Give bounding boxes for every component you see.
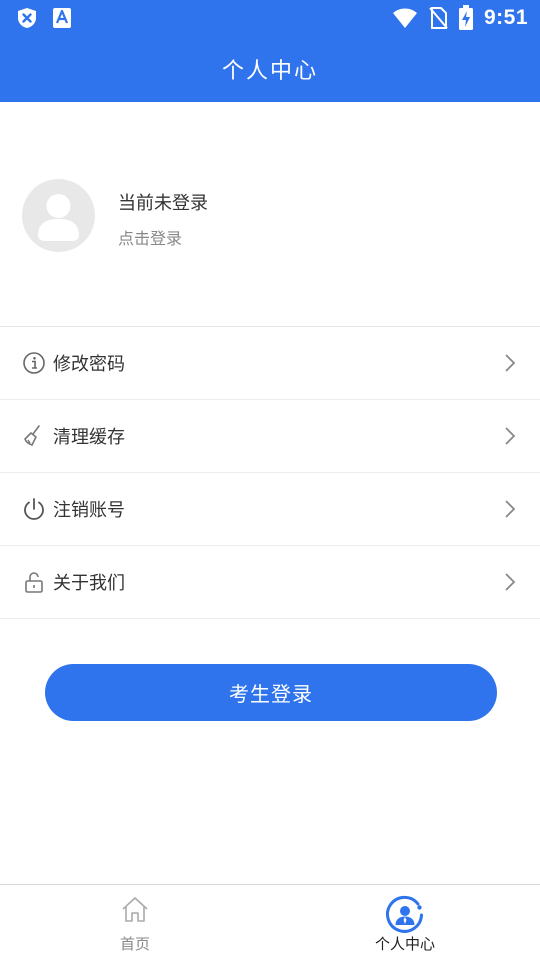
font-a-icon [53, 8, 71, 28]
chevron-right-icon [505, 573, 516, 591]
profile-card[interactable]: 当前未登录 点击登录 [0, 102, 540, 326]
battery-charging-icon [458, 5, 473, 30]
avatar[interactable] [22, 179, 95, 252]
settings-menu: 修改密码 清理缓存 注销账号 关于我们 [0, 327, 540, 619]
home-icon [122, 897, 148, 922]
student-login-button[interactable]: 考生登录 [45, 664, 497, 721]
app-header: 个人中心 [0, 36, 540, 102]
tab-label: 首页 [119, 935, 150, 953]
menu-item-deactivate-account[interactable]: 注销账号 [0, 473, 540, 546]
menu-item-label: 注销账号 [53, 500, 125, 521]
chevron-right-icon [505, 427, 516, 445]
chevron-right-icon [505, 500, 516, 518]
menu-item-label: 关于我们 [53, 573, 125, 594]
page-title: 个人中心 [221, 59, 318, 84]
bottom-tab-bar: 首页 个人中心 [0, 884, 540, 960]
tap-to-login-link[interactable]: 点击登录 [118, 225, 182, 249]
shield-x-icon [18, 8, 36, 28]
unlock-icon [25, 572, 43, 593]
user-circle-icon [386, 895, 423, 933]
login-status-text: 当前未登录 [118, 193, 208, 214]
status-time: 9:51 [483, 6, 528, 29]
menu-item-label: 清理缓存 [53, 427, 125, 448]
tab-label: 个人中心 [374, 935, 435, 953]
status-bar: 9:51 [0, 0, 540, 36]
chevron-right-icon [505, 354, 516, 372]
info-circle-icon [23, 352, 45, 374]
tab-home[interactable]: 首页 [0, 885, 270, 960]
avatar-placeholder-icon [38, 194, 79, 241]
power-icon [24, 498, 44, 520]
broom-icon [24, 425, 40, 446]
menu-item-about-us[interactable]: 关于我们 [0, 546, 540, 619]
wifi-icon [392, 8, 417, 28]
menu-item-clear-cache[interactable]: 清理缓存 [0, 400, 540, 473]
tab-profile[interactable]: 个人中心 [270, 885, 540, 960]
no-sim-icon [429, 7, 448, 29]
menu-item-label: 修改密码 [53, 354, 125, 375]
menu-item-change-password[interactable]: 修改密码 [0, 327, 540, 400]
